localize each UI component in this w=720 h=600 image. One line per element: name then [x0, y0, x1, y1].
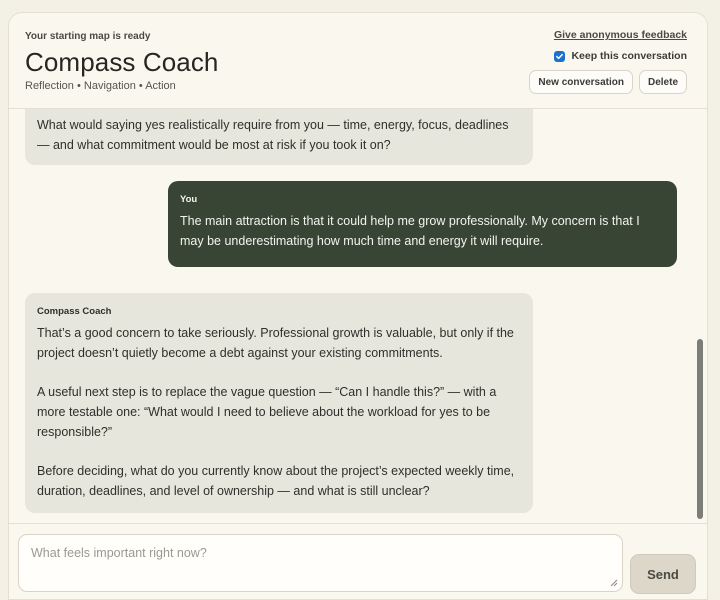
app-window: Your starting map is ready Compass Coach…	[8, 12, 708, 600]
keep-conversation-label: Keep this conversation	[571, 50, 687, 62]
page-subtitle: Reflection • Navigation • Action	[25, 80, 176, 92]
page-title: Compass Coach	[25, 47, 219, 77]
composer: What feels important right now? Send	[9, 523, 707, 599]
send-button[interactable]: Send	[630, 554, 696, 594]
status-eyebrow: Your starting map is ready	[25, 31, 151, 42]
scrollbar-thumb[interactable]	[697, 339, 703, 519]
message-text: What would saying yes realistically requ…	[37, 118, 509, 152]
new-conversation-button[interactable]: New conversation	[529, 70, 633, 94]
resize-handle-icon[interactable]	[610, 579, 618, 587]
header: Your starting map is ready Compass Coach…	[9, 13, 707, 109]
message-text: That’s a good concern to take seriously.…	[37, 326, 514, 360]
keep-conversation-toggle[interactable]: Keep this conversation	[554, 50, 687, 62]
message-text: Before deciding, what do you currently k…	[37, 464, 515, 498]
message-speaker: Compass Coach	[37, 306, 112, 317]
conversation-actions: New conversation Delete	[529, 70, 687, 94]
message-input-placeholder: What feels important right now?	[31, 546, 207, 560]
message-input[interactable]: What feels important right now?	[18, 534, 623, 592]
message-text: A useful next step is to replace the vag…	[37, 385, 497, 439]
feedback-link[interactable]: Give anonymous feedback	[554, 29, 687, 41]
coach-message: Compass Coach That’s a good concern to t…	[25, 293, 533, 513]
coach-message: What would saying yes realistically requ…	[25, 109, 533, 165]
chat-transcript[interactable]: What would saying yes realistically requ…	[9, 109, 707, 523]
delete-button[interactable]: Delete	[638, 70, 687, 94]
user-message: You The main attraction is that it could…	[168, 181, 677, 267]
checkbox-checked-icon[interactable]	[554, 50, 566, 62]
message-speaker: You	[180, 194, 198, 205]
message-text: The main attraction is that it could hel…	[180, 214, 640, 248]
